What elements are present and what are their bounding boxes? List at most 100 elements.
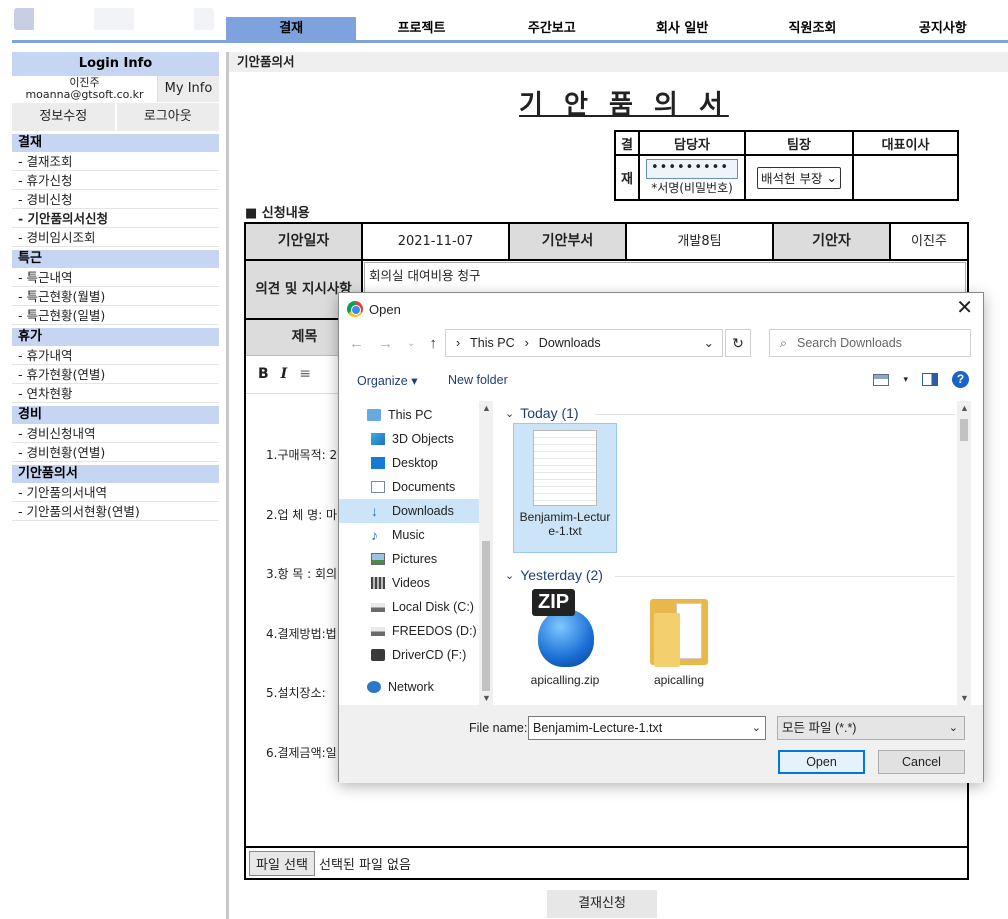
editor-line: 2.업 체 명: 마 bbox=[266, 508, 338, 522]
approval-header-ceo: 대표이사 bbox=[852, 130, 959, 156]
sidebar-item-leave-list[interactable]: - 휴가내역 bbox=[12, 346, 219, 365]
chevron-down-icon[interactable]: ▾ bbox=[903, 374, 908, 385]
file-item-apicalling-folder[interactable]: apicalling bbox=[627, 587, 731, 699]
sidebar-item-expense-yearly[interactable]: - 경비현황(연별) bbox=[12, 443, 219, 462]
open-button[interactable]: Open bbox=[778, 750, 865, 774]
help-icon[interactable]: ? bbox=[952, 371, 969, 388]
nav-item-downloads[interactable]: ↓ Downloads bbox=[339, 499, 493, 523]
nav-item-freedos[interactable]: FREEDOS (D:) bbox=[339, 619, 493, 643]
logout-button[interactable]: 로그아웃 bbox=[116, 103, 219, 131]
file-item-benjamim-lecture[interactable]: Benjamim-Lecture-1.txt bbox=[513, 423, 617, 553]
sidebar-section-leave[interactable]: 휴가 bbox=[12, 328, 219, 346]
documents-icon bbox=[371, 481, 385, 493]
nav-item-3d-objects[interactable]: 3D Objects bbox=[339, 427, 493, 451]
folder-icon bbox=[644, 593, 714, 669]
tab-approval[interactable]: 결재 bbox=[226, 17, 357, 40]
group-yesterday[interactable]: ⌄ Yesterday (2) bbox=[505, 567, 955, 583]
sidebar-item-expense-temp[interactable]: - 경비임시조회 bbox=[12, 228, 219, 247]
file-name: apicalling.zip bbox=[530, 673, 600, 687]
scroll-down-icon[interactable]: ▼ bbox=[482, 693, 491, 703]
sidebar-item-draft-list[interactable]: - 기안품의서내역 bbox=[12, 483, 219, 502]
back-arrow-icon[interactable]: ← bbox=[349, 335, 364, 352]
file-name: apicalling bbox=[653, 673, 705, 687]
open-file-dialog: Open ✕ ← → ⌄ ↑ › This PC › Downloads ⌄ ↻… bbox=[338, 292, 984, 783]
nav-item-desktop[interactable]: Desktop bbox=[339, 451, 493, 475]
chevron-down-icon[interactable]: ⌄ bbox=[949, 717, 958, 739]
sidebar-section-expense[interactable]: 경비 bbox=[12, 406, 219, 424]
forward-arrow-icon[interactable]: → bbox=[378, 335, 393, 352]
sidebar-item-expense-list[interactable]: - 경비신청내역 bbox=[12, 424, 219, 443]
nav-item-local-disk[interactable]: Local Disk (C:) bbox=[339, 595, 493, 619]
nav-item-pictures[interactable]: Pictures bbox=[339, 547, 493, 571]
preview-pane-icon[interactable] bbox=[922, 373, 938, 386]
sidebar-section-overtime[interactable]: 특근 bbox=[12, 250, 219, 268]
file-item-apicalling-zip[interactable]: ZIP apicalling.zip bbox=[513, 587, 617, 699]
recent-dropdown-icon[interactable]: ⌄ bbox=[407, 335, 415, 352]
nav-item-network[interactable]: Network bbox=[339, 675, 493, 699]
close-icon[interactable]: ✕ bbox=[956, 298, 973, 318]
up-arrow-icon[interactable]: ↑ bbox=[429, 335, 437, 352]
nav-scroll-thumb[interactable] bbox=[482, 541, 490, 691]
nav-item-music[interactable]: ♪ Music bbox=[339, 523, 493, 547]
sidebar-item-overtime-monthly[interactable]: - 특근현황(월별) bbox=[12, 287, 219, 306]
signature-password-input[interactable]: ••••••••• bbox=[646, 159, 738, 179]
tab-staff[interactable]: 직원조회 bbox=[747, 17, 877, 40]
search-downloads-input[interactable]: ⌕ Search Downloads bbox=[769, 329, 971, 357]
sidebar-section-approval[interactable]: 결재 bbox=[12, 134, 219, 152]
chevron-down-icon[interactable]: ⌄ bbox=[704, 335, 714, 350]
tab-weekly-report[interactable]: 주간보고 bbox=[487, 17, 617, 40]
group-today[interactable]: ⌄ Today (1) bbox=[505, 405, 955, 421]
drive-icon bbox=[371, 626, 385, 636]
organize-button[interactable]: Organize ▾ bbox=[357, 373, 417, 388]
sidebar-item-approval-search[interactable]: - 결재조회 bbox=[12, 152, 219, 171]
file-select-button[interactable]: 파일 선택 bbox=[249, 850, 315, 876]
sidebar-item-draft-request[interactable]: - 기안품의서신청 bbox=[12, 209, 219, 228]
draft-dept-label: 기안부서 bbox=[510, 224, 627, 259]
nav-scrollbar[interactable]: ▲ ▼ bbox=[479, 401, 493, 705]
sidebar-item-annual-leave[interactable]: - 연차현황 bbox=[12, 384, 219, 403]
cancel-button[interactable]: Cancel bbox=[878, 750, 965, 774]
submit-approval-button[interactable]: 결재신청 bbox=[547, 890, 657, 918]
tab-notice[interactable]: 공지사항 bbox=[878, 17, 1008, 40]
team-lead-select[interactable]: 배석헌 부장 ⌄ bbox=[757, 166, 841, 189]
sidebar-item-draft-yearly[interactable]: - 기안품의서현황(연별) bbox=[12, 502, 219, 521]
chevron-down-icon[interactable]: ⌄ bbox=[752, 717, 761, 739]
italic-button[interactable]: I bbox=[281, 366, 288, 383]
breadcrumb-downloads[interactable]: Downloads bbox=[539, 336, 601, 350]
scroll-down-icon[interactable]: ▼ bbox=[960, 693, 969, 703]
chevron-down-icon: ⌄ bbox=[826, 170, 837, 185]
new-folder-button[interactable]: New folder bbox=[448, 373, 508, 387]
sidebar-item-expense-request[interactable]: - 경비신청 bbox=[12, 190, 219, 209]
scroll-up-icon[interactable]: ▲ bbox=[960, 403, 969, 413]
user-email: moanna@gtsoft.co.kr bbox=[25, 88, 144, 101]
my-info-button[interactable]: My Info bbox=[157, 76, 219, 102]
nav-item-documents[interactable]: Documents bbox=[339, 475, 493, 499]
bold-button[interactable]: B bbox=[258, 366, 269, 383]
nav-item-drivercd[interactable]: DriverCD (F:) bbox=[339, 643, 493, 667]
tab-company[interactable]: 회사 일반 bbox=[617, 17, 747, 40]
sidebar-item-leave-yearly[interactable]: - 휴가현황(연별) bbox=[12, 365, 219, 384]
top-divider bbox=[12, 40, 1008, 43]
view-options-icon[interactable] bbox=[873, 373, 890, 386]
sidebar-section-draft[interactable]: 기안품의서 bbox=[12, 465, 219, 483]
sidebar-item-leave-request[interactable]: - 휴가신청 bbox=[12, 171, 219, 190]
nav-item-videos[interactable]: Videos bbox=[339, 571, 493, 595]
refresh-icon[interactable]: ↻ bbox=[725, 329, 751, 357]
address-bar[interactable]: › This PC › Downloads ⌄ bbox=[445, 329, 723, 357]
sidebar-item-overtime-list[interactable]: - 특근내역 bbox=[12, 268, 219, 287]
file-scroll-thumb[interactable] bbox=[960, 419, 968, 441]
list-icon[interactable]: ≡ bbox=[299, 366, 311, 383]
tab-project[interactable]: 프로젝트 bbox=[356, 17, 486, 40]
nav-item-this-pc[interactable]: This PC bbox=[339, 403, 493, 427]
file-list-scrollbar[interactable]: ▲ ▼ bbox=[957, 401, 971, 705]
breadcrumb-this-pc[interactable]: This PC bbox=[470, 336, 514, 350]
approval-header-team-lead: 팀장 bbox=[744, 130, 854, 156]
file-name-input[interactable]: Benjamim-Lecture-1.txt ⌄ bbox=[528, 716, 766, 740]
drafter-label: 기안자 bbox=[774, 224, 891, 259]
scroll-up-icon[interactable]: ▲ bbox=[482, 403, 491, 413]
sidebar-item-overtime-daily[interactable]: - 특근현황(일별) bbox=[12, 306, 219, 325]
file-list-pane: ⌄ Today (1) Benjamim-Lecture-1.txt ⌄ Yes… bbox=[499, 401, 971, 705]
music-icon: ♪ bbox=[371, 527, 378, 543]
edit-info-button[interactable]: 정보수정 bbox=[12, 103, 115, 131]
file-type-select[interactable]: 모든 파일 (*.*) ⌄ bbox=[777, 716, 965, 740]
